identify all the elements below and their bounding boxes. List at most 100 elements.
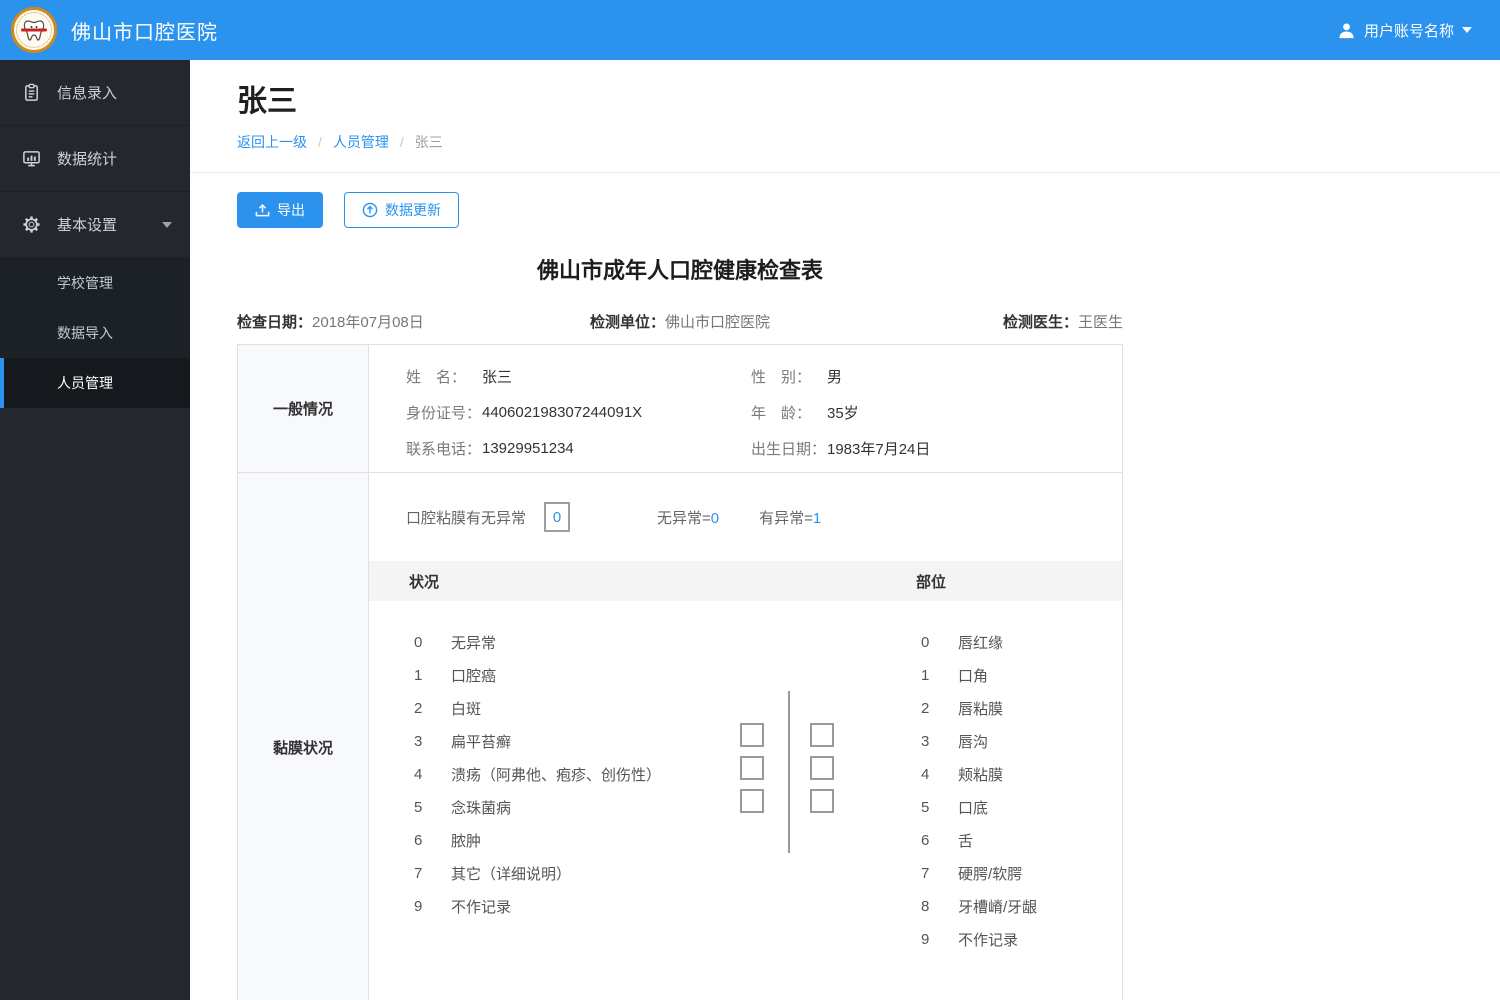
item-label: 不作记录: [958, 932, 1019, 949]
sidebar-item-info-entry[interactable]: 信息录入: [0, 60, 190, 126]
export-button-label: 导出: [277, 202, 305, 218]
breadcrumb-link-back[interactable]: 返回上一级: [237, 132, 307, 152]
main-content: 张三 返回上一级 / 人员管理 / 张三 导出 数据更新 佛山市成年人口腔健康检…: [190, 60, 1500, 1000]
legend-abnormal: 有异常=1: [759, 507, 821, 528]
breadcrumb-current: 张三: [414, 134, 443, 150]
breadcrumb-link-personnel[interactable]: 人员管理: [333, 132, 389, 152]
section-label-mucosa: 黏膜状况: [238, 473, 369, 1000]
mucosa-question-value-box[interactable]: 0: [544, 502, 571, 532]
user-account-name: 用户账号名称: [1363, 22, 1454, 40]
list-item: 7 硬腭/软腭: [921, 857, 1037, 890]
field-label: 出生日期：: [751, 440, 827, 458]
list-item: 6 脓肿: [414, 824, 661, 857]
exam-doctor: 检测医生：王医生: [1003, 311, 1123, 332]
exam-doctor-label: 检测医生：: [1002, 314, 1078, 331]
item-code: 1: [414, 667, 423, 684]
chevron-down-icon: [1462, 27, 1472, 33]
item-label: 硬腭/软腭: [958, 866, 1023, 883]
exam-date-label: 检查日期：: [237, 314, 313, 331]
sidebar-item-data-statistics[interactable]: 数据统计: [0, 126, 190, 192]
item-label: 无异常: [451, 635, 497, 652]
status-header: 状况: [409, 573, 440, 591]
item-label: 唇粘膜: [958, 701, 1004, 718]
section-label-general: 一般情况: [238, 345, 369, 472]
item-label: 舌: [958, 833, 974, 850]
sidebar-item-label: 数据导入: [57, 325, 113, 341]
legend-abnormal-label: 有异常=: [759, 509, 813, 527]
item-label: 不作记录: [451, 899, 512, 916]
mucosa-question-row: 口腔粘膜有无异常 0 无异常=0 有异常=1: [369, 473, 1122, 561]
item-label: 白斑: [451, 701, 482, 718]
item-code: 7: [921, 865, 930, 882]
item-code: 2: [921, 700, 930, 717]
hospital-logo: [11, 7, 57, 53]
list-item: 6舌: [921, 824, 1037, 857]
item-label: 颊粘膜: [958, 767, 1004, 784]
list-item: 1 口角: [921, 659, 1037, 692]
general-info-fields: 姓 名： 张三 性 别： 男 身份证号： 440602198307244091X 年 …: [369, 345, 1122, 472]
user-account-menu[interactable]: 用户账号名称: [1337, 0, 1472, 60]
item-label: 唇沟: [958, 734, 989, 751]
checkbox-column-divider: [788, 691, 790, 853]
status-checkbox-column: [740, 723, 764, 813]
export-button[interactable]: 导出: [237, 192, 323, 228]
field-value: 13929951234: [482, 439, 574, 457]
sidebar-item-label: 信息录入: [57, 85, 118, 102]
clipboard-icon: [25, 83, 38, 101]
sidebar-item-basic-settings[interactable]: 基本设置: [0, 192, 190, 258]
sidebar-item-personnel-management[interactable]: 人员管理: [0, 358, 190, 408]
sidebar-item-school-management[interactable]: 学校管理: [0, 258, 190, 308]
status-code-list: 0 无异常 1 口腔癌 2 白斑 3 扁平苔癣 4 溃疡（阿弗他、疱疹、创伤性） 5 念珠菌…: [414, 626, 661, 923]
field-label: 姓 名：: [406, 368, 467, 386]
list-item: 5 口底: [921, 791, 1037, 824]
list-item: 0 无异常: [414, 626, 661, 659]
sidebar-item-label: 人员管理: [57, 375, 113, 391]
legend-normal-label: 无异常=: [657, 509, 711, 527]
field-value: 440602198307244091X: [482, 403, 643, 421]
data-update-button-label: 数据更新: [385, 202, 441, 218]
item-label: 牙槽嵴/牙龈: [958, 899, 1038, 916]
item-code: 1: [921, 667, 930, 684]
data-update-button[interactable]: 数据更新: [344, 192, 459, 228]
field-value: 男: [827, 368, 843, 386]
field-value: 35岁: [827, 404, 859, 422]
exam-table: 一般情况 姓 名： 张三 性 别： 男 身份证号： 44060219830724409…: [237, 344, 1123, 1000]
item-label: 念珠菌病: [451, 800, 512, 817]
item-code: 0: [921, 634, 930, 651]
code-list-header: 状况 部位: [369, 561, 1122, 601]
item-label: 口腔癌: [451, 668, 497, 685]
breadcrumb-separator: /: [399, 134, 404, 150]
location-checkbox-1[interactable]: [810, 723, 834, 747]
list-item: 2 唇粘膜: [921, 692, 1037, 725]
list-item: 4 溃疡（阿弗他、疱疹、创伤性）: [414, 758, 661, 791]
field-phone: 联系电话： 13929951234: [406, 430, 751, 466]
sidebar-item-label: 基本设置: [57, 217, 118, 234]
list-item: 9 不作记录: [921, 923, 1037, 956]
legend-abnormal-value: 1: [812, 509, 822, 527]
location-checkbox-3[interactable]: [810, 789, 834, 813]
item-code: 6: [921, 832, 930, 849]
mucosa-section: 黏膜状况 口腔粘膜有无异常 0 无异常=0 有异常=1 状况 部位 0 无异常 …: [238, 473, 1122, 1000]
field-label: 联系电话：: [406, 440, 482, 458]
user-icon: [1339, 22, 1354, 38]
location-checkbox-2[interactable]: [810, 756, 834, 780]
code-lists: 0 无异常 1 口腔癌 2 白斑 3 扁平苔癣 4 溃疡（阿弗他、疱疹、创伤性） 5 念珠菌…: [369, 601, 1122, 1000]
status-checkbox-2[interactable]: [740, 756, 764, 780]
update-circle-arrow-icon: [362, 202, 378, 218]
field-age: 年 龄： 35岁: [751, 394, 1122, 430]
sidebar-item-data-import[interactable]: 数据导入: [0, 308, 190, 358]
stats-monitor-icon: [23, 151, 40, 167]
list-item: 7 其它（详细说明）: [414, 857, 661, 890]
status-checkbox-3[interactable]: [740, 789, 764, 813]
chevron-down-icon: [162, 221, 172, 228]
gear-icon: [23, 216, 40, 233]
item-code: 7: [414, 865, 423, 882]
exam-doctor-value: 王医生: [1077, 314, 1123, 331]
form-title: 佛山市成年人口腔健康检查表: [536, 258, 823, 283]
exam-date: 检查日期：2018年07月08日: [237, 311, 590, 332]
sidebar-nav: 信息录入 数据统计 基本设置 学校管理 数据导入 人员管理: [0, 60, 190, 1000]
general-info-section: 一般情况 姓 名： 张三 性 别： 男 身份证号： 44060219830724409…: [238, 345, 1122, 473]
toolbar: 导出 数据更新: [237, 192, 1500, 228]
item-code: 5: [414, 799, 423, 816]
status-checkbox-1[interactable]: [740, 723, 764, 747]
